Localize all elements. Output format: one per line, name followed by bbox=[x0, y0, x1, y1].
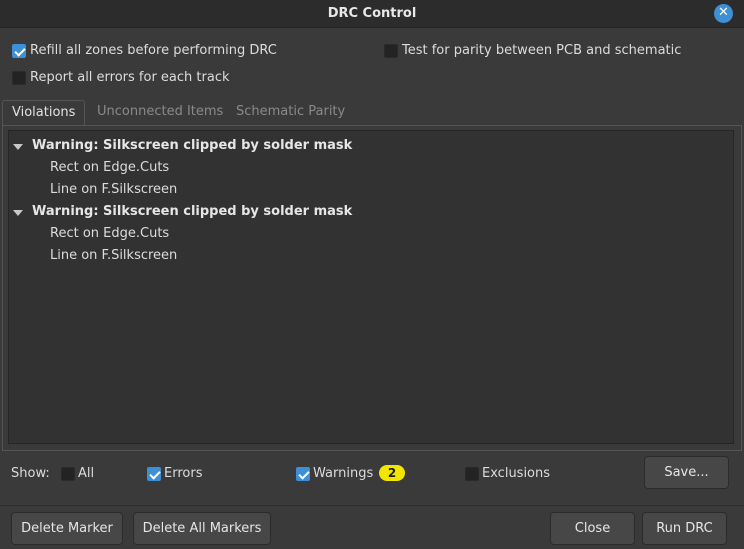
filter-warnings-checkbox[interactable]: Warnings bbox=[296, 466, 373, 481]
checkbox-checked-icon[interactable] bbox=[296, 466, 310, 481]
close-button[interactable]: Close bbox=[550, 512, 635, 545]
checkbox-unchecked-icon[interactable] bbox=[12, 70, 26, 85]
warnings-count-badge: 2 bbox=[379, 465, 405, 481]
filter-all-checkbox[interactable]: All bbox=[61, 466, 94, 481]
window-title: DRC Control bbox=[327, 6, 417, 21]
filter-errors-checkbox[interactable]: Errors bbox=[147, 466, 202, 481]
delete-marker-button[interactable]: Delete Marker bbox=[11, 512, 123, 545]
delete-all-markers-button[interactable]: Delete All Markers bbox=[133, 512, 271, 545]
filter-exclusions-checkbox[interactable]: Exclusions bbox=[465, 466, 550, 481]
checkbox-unchecked-icon[interactable] bbox=[465, 466, 479, 481]
expand-arrow-icon[interactable] bbox=[13, 144, 23, 150]
violation-item[interactable]: Rect on Edge.Cuts bbox=[50, 160, 169, 175]
filter-exclusions-label: Exclusions bbox=[482, 466, 551, 481]
filter-all-label: All bbox=[78, 466, 95, 481]
violation-title[interactable]: Warning: Silkscreen clipped by solder ma… bbox=[32, 138, 352, 153]
report-all-errors-label: Report all errors for each track bbox=[30, 70, 230, 85]
checkbox-checked-icon[interactable] bbox=[147, 466, 161, 481]
tab-unconnected-items[interactable]: Unconnected Items bbox=[97, 100, 223, 126]
refill-zones-label: Refill all zones before performing DRC bbox=[30, 43, 277, 58]
expand-arrow-icon[interactable] bbox=[13, 210, 23, 216]
filter-errors-label: Errors bbox=[164, 466, 203, 481]
violations-panel: Warning: Silkscreen clipped by solder ma… bbox=[2, 125, 742, 451]
show-label: Show: bbox=[11, 466, 50, 481]
checkbox-unchecked-icon[interactable] bbox=[61, 466, 75, 481]
violation-title[interactable]: Warning: Silkscreen clipped by solder ma… bbox=[32, 204, 352, 219]
test-parity-checkbox[interactable]: Test for parity between PCB and schemati… bbox=[384, 43, 681, 58]
save-button[interactable]: Save... bbox=[644, 456, 729, 489]
tab-schematic-parity[interactable]: Schematic Parity bbox=[236, 100, 345, 126]
divider bbox=[0, 505, 744, 506]
checkbox-checked-icon[interactable] bbox=[12, 43, 26, 58]
violation-item[interactable]: Line on F.Silkscreen bbox=[50, 182, 177, 197]
run-drc-button[interactable]: Run DRC bbox=[642, 512, 727, 545]
tab-violations[interactable]: Violations bbox=[2, 100, 86, 126]
title-bar: DRC Control ✕ bbox=[0, 0, 744, 28]
violation-item[interactable]: Line on F.Silkscreen bbox=[50, 248, 177, 263]
close-window-icon[interactable]: ✕ bbox=[714, 4, 733, 23]
test-parity-label: Test for parity between PCB and schemati… bbox=[402, 43, 682, 58]
filter-warnings-label: Warnings bbox=[313, 466, 374, 481]
refill-zones-checkbox[interactable]: Refill all zones before performing DRC bbox=[12, 43, 277, 58]
checkbox-unchecked-icon[interactable] bbox=[384, 43, 398, 58]
violation-item[interactable]: Rect on Edge.Cuts bbox=[50, 226, 169, 241]
report-all-errors-checkbox[interactable]: Report all errors for each track bbox=[12, 70, 230, 85]
violations-tree[interactable]: Warning: Silkscreen clipped by solder ma… bbox=[8, 130, 734, 444]
